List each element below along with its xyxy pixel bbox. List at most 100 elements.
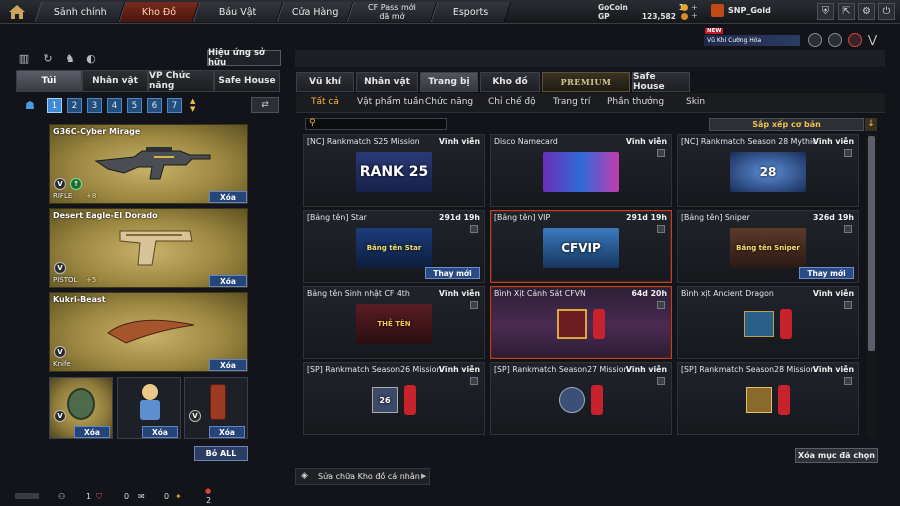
page-scroll-arrows-icon[interactable]: ▲ ▼ — [190, 97, 195, 113]
item-card[interactable]: Disco Namecard Vĩnh viễn — [490, 134, 672, 207]
page-button-6[interactable]: 6 — [147, 98, 162, 113]
clan-status-icon[interactable]: ⛉ — [96, 492, 102, 502]
tab-cf-pass[interactable]: CF Pass mới đã mở — [346, 2, 438, 22]
trash-icon[interactable] — [470, 377, 478, 385]
tab-vu-khi[interactable]: Vũ khí — [296, 72, 354, 92]
trash-icon[interactable] — [844, 225, 852, 233]
swap-character-icon[interactable]: ⇄ — [251, 97, 279, 113]
scrollbar-thumb[interactable] — [868, 136, 875, 351]
medal-icon[interactable] — [808, 33, 822, 47]
trash-icon[interactable] — [844, 149, 852, 157]
page-button-7[interactable]: 7 — [167, 98, 182, 113]
subtab-trang-tri[interactable]: Trang trí — [553, 97, 590, 107]
stats-icon[interactable]: ▥ — [17, 52, 31, 66]
tab-sanh-chinh[interactable]: Sảnh chính — [34, 2, 126, 22]
shield-icon[interactable]: ⛨ — [817, 3, 834, 20]
item-card[interactable]: [Bảng tên] VIP 291d 19h CFVIP — [490, 210, 672, 283]
event-icon[interactable] — [848, 33, 862, 47]
inventory-slot-pistol[interactable]: Desert Eagle-El Dorado V PISTOL +5 Xóa — [49, 208, 248, 288]
refresh-icon[interactable]: ↻ — [41, 52, 55, 66]
change-button[interactable]: Thay mới — [425, 267, 480, 279]
delete-slot-button[interactable]: Xóa — [209, 359, 247, 371]
inventory-slot-spray[interactable]: V Xóa — [184, 377, 248, 439]
item-card[interactable]: Bảng tên Sinh nhật CF 4th Vĩnh viễn THẺ … — [303, 286, 485, 359]
power-icon[interactable]: ⏻ — [878, 3, 895, 20]
item-card[interactable]: [SP] Rankmatch Season28 Mission Vĩnh viễ… — [677, 362, 859, 435]
chat-toggle-icon[interactable] — [15, 493, 39, 499]
exit-icon[interactable]: ⇱ — [838, 3, 855, 20]
inventory-slot-grenade[interactable]: V Xóa — [49, 377, 113, 439]
page-button-1[interactable]: 1 — [47, 98, 62, 113]
trash-icon[interactable] — [657, 377, 665, 385]
trash-icon[interactable] — [470, 301, 478, 309]
item-title: [Bảng tên] Sniper — [681, 213, 750, 222]
trash-icon[interactable] — [844, 301, 852, 309]
home-icon[interactable] — [4, 2, 30, 22]
page-button-5[interactable]: 5 — [127, 98, 142, 113]
vip-logo-icon[interactable]: ⋁ — [868, 33, 884, 47]
delete-slot-button[interactable]: Xóa — [74, 426, 110, 438]
inventory-slot-character[interactable]: Xóa — [117, 377, 181, 439]
page-button-3[interactable]: 3 — [87, 98, 102, 113]
gear-icon[interactable]: ⚙ — [858, 3, 875, 20]
delete-slot-button[interactable]: Xóa — [209, 426, 245, 438]
tab-nhan-vat[interactable]: Nhân vật — [356, 72, 418, 92]
delete-slot-button[interactable]: Xóa — [209, 191, 247, 203]
delete-selected-button[interactable]: Xóa mục đã chọn — [795, 448, 878, 463]
item-card[interactable]: [Bảng tên] Star 291d 19h Bảng tên Star T… — [303, 210, 485, 283]
subtab-chuc-nang[interactable]: Chức năng — [425, 97, 473, 107]
subtab-tat-ca[interactable]: Tất cả — [311, 97, 339, 107]
left-tab-tui[interactable]: Túi — [16, 70, 82, 92]
delete-slot-button[interactable]: Xóa — [142, 426, 178, 438]
tab-trang-bi[interactable]: Trang bị — [420, 72, 478, 92]
mail-icon[interactable]: ✦ — [175, 492, 182, 501]
repair-inventory-button[interactable]: ◈ Sửa chữa Kho đồ cá nhân ▶ — [295, 468, 430, 485]
trash-icon[interactable] — [657, 301, 665, 309]
delete-slot-button[interactable]: Xóa — [209, 275, 247, 287]
trash-icon[interactable] — [470, 225, 478, 233]
tab-bau-vat[interactable]: Báu Vật — [192, 2, 284, 22]
trash-icon[interactable] — [657, 149, 665, 157]
character-icon[interactable]: ♞ — [63, 52, 77, 66]
message-icon[interactable]: ✉ — [138, 492, 145, 501]
item-card[interactable]: [Bảng tên] Sniper 326d 19h Bảng tên Snip… — [677, 210, 859, 283]
tab-safe-house[interactable]: Safe House — [632, 72, 690, 92]
trash-icon[interactable] — [657, 225, 665, 233]
subtab-chi-che-do[interactable]: Chỉ chế độ — [488, 97, 536, 107]
search-input[interactable]: ⚲ — [305, 118, 447, 130]
preview-icon[interactable]: ◐ — [84, 52, 98, 66]
item-card[interactable]: [SP] Rankmatch Season27 Mission Vĩnh viễ… — [490, 362, 672, 435]
left-tab-nhan-vat[interactable]: Nhân vật — [82, 70, 148, 92]
subtab-vat-pham-tuan[interactable]: Vật phẩm tuần — [357, 97, 424, 107]
page-button-4[interactable]: 4 — [107, 98, 122, 113]
item-card[interactable]: [NC] Rankmatch Season 28 Mythical Vĩnh v… — [677, 134, 859, 207]
tab-kho-do[interactable]: Kho Đồ — [118, 2, 200, 22]
item-card[interactable]: [SP] Rankmatch Season26 Mission Vĩnh viễ… — [303, 362, 485, 435]
item-duration: Vĩnh viễn — [438, 365, 480, 374]
tab-kho-do-inner[interactable]: Kho đồ — [480, 72, 540, 92]
item-card[interactable]: Bình xịt Ancient Dragon Vĩnh viễn — [677, 286, 859, 359]
friends-icon[interactable]: ⚇ — [58, 492, 65, 501]
left-tab-vp-chuc-nang[interactable]: VP Chức năng — [148, 70, 214, 92]
sort-dropdown[interactable]: Sắp xếp cơ bản — [709, 118, 864, 131]
change-button[interactable]: Thay mới — [799, 267, 854, 279]
page-button-2[interactable]: 2 — [67, 98, 82, 113]
remove-all-button[interactable]: Bỏ ALL — [194, 446, 248, 461]
grenade-icon — [67, 388, 95, 420]
character-bag-icon[interactable]: ☗ — [25, 99, 39, 113]
item-card[interactable]: Bình Xịt Cảnh Sát CFVN 64d 20h — [490, 286, 672, 359]
tab-esports[interactable]: Esports — [430, 2, 512, 22]
inventory-slot-rifle[interactable]: G36C-Cyber Mirage V ↑ RIFLE +8 Xóa — [49, 124, 248, 204]
tab-premium[interactable]: PREMIUM — [542, 72, 630, 92]
item-card[interactable]: [NC] Rankmatch S25 Mission Vĩnh viễn RAN… — [303, 134, 485, 207]
sort-arrow-icon[interactable]: ↓ — [865, 118, 877, 131]
subtab-phan-thuong[interactable]: Phần thưởng — [607, 97, 664, 107]
hieu-ung-so-huu-button[interactable]: Hiệu ứng sở hữu — [207, 48, 281, 68]
clan-icon[interactable] — [828, 33, 842, 47]
left-tab-safe-house[interactable]: Safe House — [214, 70, 280, 92]
subtab-skin[interactable]: Skin — [686, 97, 705, 107]
trash-icon[interactable] — [844, 377, 852, 385]
add-gp-icon[interactable]: + — [691, 11, 698, 20]
inventory-slot-knife[interactable]: Kukri-Beast V Knife Xóa — [49, 292, 248, 372]
tab-cua-hang[interactable]: Cửa Hàng — [276, 2, 354, 22]
